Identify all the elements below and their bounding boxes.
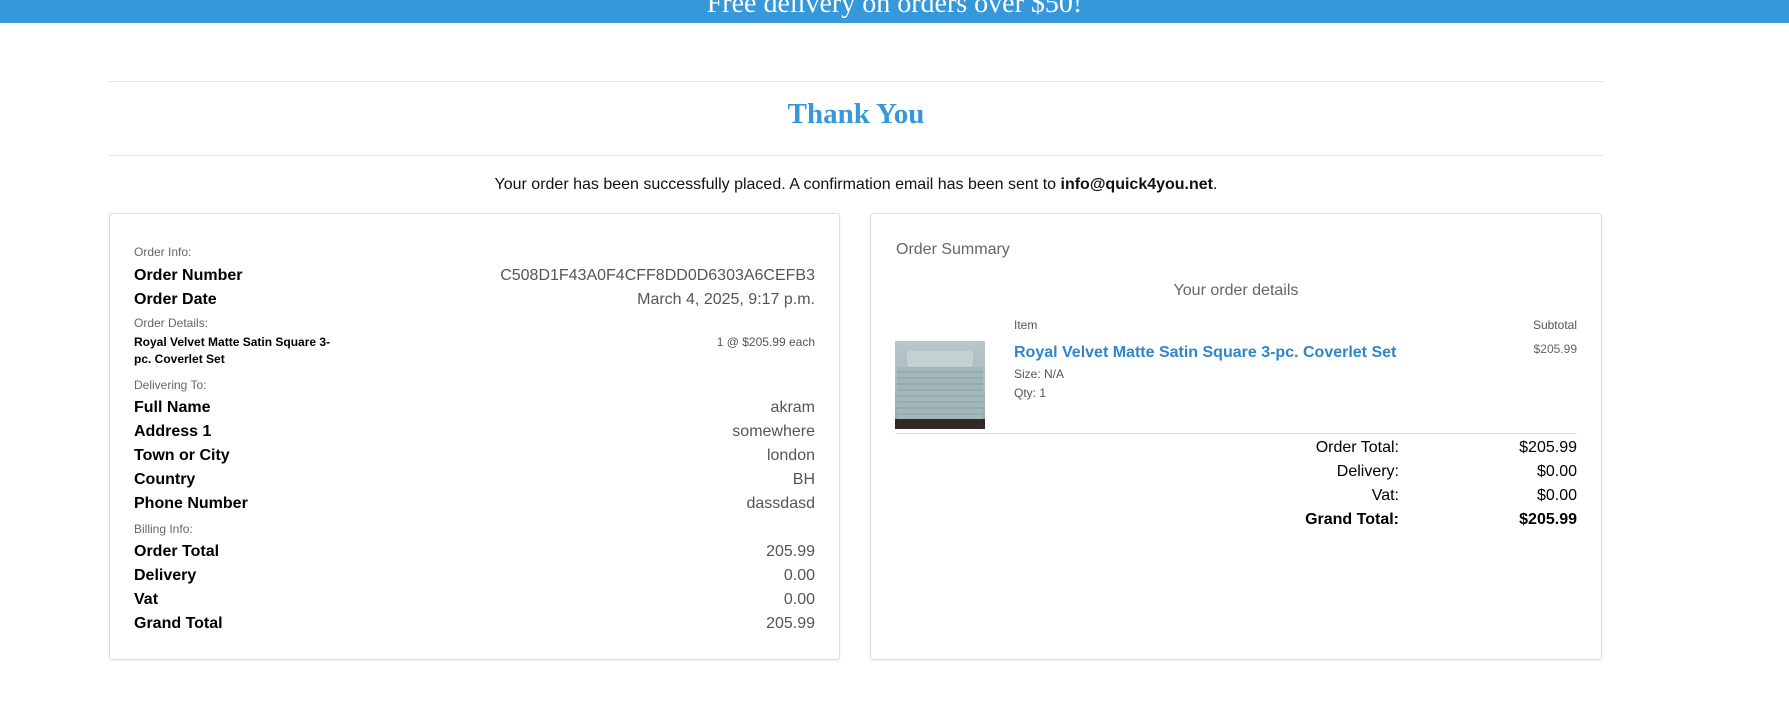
phone-label: Phone Number: [134, 495, 248, 512]
billing-vat-label: Vat: [134, 591, 159, 608]
town-label: Town or City: [134, 447, 230, 464]
promo-banner-text: Free delivery on orders over $50!: [706, 0, 1083, 19]
confirmation-email: info@quick4you.net: [1060, 176, 1214, 193]
product-quantity: Qty: 1: [1014, 386, 1047, 400]
summary-order-total-value: $205.99: [1519, 439, 1577, 456]
summary-vat-value: $0.00: [1536, 487, 1577, 504]
town-value: london: [766, 447, 815, 464]
summary-divider: [895, 433, 1577, 434]
phone-value: dassdasd: [746, 495, 816, 512]
divider-bottom: [109, 155, 1603, 156]
order-date-label: Order Date: [134, 291, 217, 308]
page-title: Thank You: [787, 98, 925, 130]
summary-grand-total-label: Grand Total:: [1305, 511, 1399, 528]
address1-label: Address 1: [134, 423, 212, 440]
order-info-card: Order Info: Order Number C508D1F43A0F4CF…: [109, 213, 840, 660]
order-summary-title: Order Summary: [896, 241, 1010, 258]
country-label: Country: [134, 471, 196, 488]
summary-vat-label: Vat:: [1371, 487, 1399, 504]
billing-delivery-label: Delivery: [134, 567, 197, 584]
order-details-title: Your order details: [1173, 282, 1299, 299]
address1-value: somewhere: [732, 423, 815, 440]
product-subtotal: $205.99: [1533, 342, 1577, 356]
confirmation-suffix: .: [1213, 176, 1218, 193]
full-name-value: akram: [770, 399, 815, 416]
order-summary-card: Order Summary Your order details Item Su…: [870, 213, 1602, 660]
summary-delivery-label: Delivery:: [1336, 463, 1399, 480]
product-thumbnail[interactable]: [895, 341, 985, 429]
billing-delivery-value: 0.00: [783, 567, 815, 584]
billing-order-total-label: Order Total: [134, 543, 220, 560]
column-header-item: Item: [1014, 318, 1038, 332]
summary-delivery-value: $0.00: [1536, 463, 1577, 480]
product-link[interactable]: Royal Velvet Matte Satin Square 3-pc. Co…: [1014, 342, 1396, 364]
country-value: BH: [792, 471, 815, 488]
product-size: Size: N/A: [1014, 367, 1065, 381]
billing-vat-value: 0.00: [783, 591, 815, 608]
billing-order-total-value: 205.99: [766, 543, 815, 560]
order-number-value: C508D1F43A0F4CFF8DD0D6303A6CEFB3: [500, 267, 815, 284]
divider-top: [109, 81, 1603, 82]
order-number-label: Order Number: [134, 267, 243, 284]
promo-banner: Free delivery on orders over $50!: [0, 0, 1789, 23]
billing-grand-total-label: Grand Total: [134, 615, 223, 632]
order-date-value: March 4, 2025, 9:17 p.m.: [637, 291, 815, 308]
summary-grand-total-value: $205.99: [1519, 511, 1577, 528]
confirmation-prefix: Your order has been successfully placed.…: [494, 176, 1061, 193]
billing-grand-total-value: 205.99: [766, 615, 815, 632]
order-product-name: Royal Velvet Matte Satin Square 3-pc. Co…: [134, 335, 331, 366]
summary-order-total-label: Order Total:: [1315, 439, 1399, 456]
confirmation-message: Your order has been successfully placed.…: [0, 174, 1712, 196]
full-name-label: Full Name: [134, 399, 211, 416]
column-header-subtotal: Subtotal: [1532, 318, 1577, 332]
order-product-qty: 1 @ $205.99 each: [716, 335, 815, 349]
